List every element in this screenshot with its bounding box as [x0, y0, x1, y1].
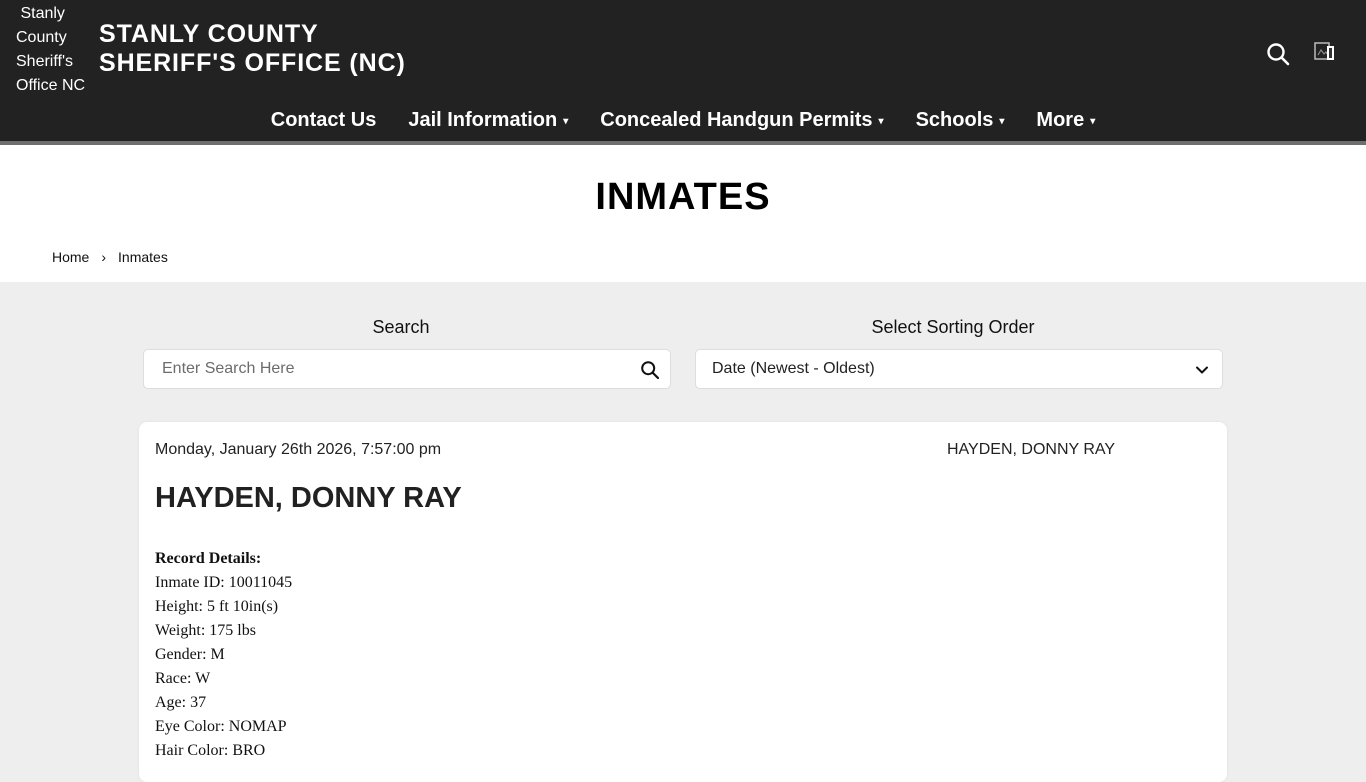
caret-down-icon: ▾	[878, 115, 884, 127]
inmate-photo: HAYDEN, DONNY RAY	[947, 441, 1115, 459]
nav-contact-us[interactable]: Contact Us	[255, 109, 393, 132]
header-search-button[interactable]	[1262, 38, 1294, 70]
detail-hair-color: Hair Color: BRO	[155, 742, 266, 759]
record-date: Monday, January 26th 2026, 7:57:00 pm	[155, 441, 442, 458]
sort-selected-value: Date (Newest - Oldest)	[712, 360, 875, 377]
caret-down-icon: ▾	[1090, 115, 1096, 127]
nav-schools[interactable]: Schools ▾	[900, 109, 1021, 132]
chevron-down-icon	[1196, 366, 1208, 374]
detail-eye-color: Eye Color: NOMAP	[155, 718, 287, 735]
record-details-heading: Record Details:	[155, 550, 262, 567]
caret-down-icon: ▾	[999, 115, 1005, 127]
breadcrumb: Home › Inmates	[52, 249, 168, 265]
logo-alt-text: Stanly County Sheriff's Office NC	[16, 5, 86, 94]
search-field	[143, 349, 671, 389]
page-title: INMATES	[595, 176, 771, 218]
search-input[interactable]	[160, 351, 630, 387]
inmate-photo-alt: HAYDEN, DONNY RAY	[947, 441, 1116, 458]
language-selector[interactable]	[1313, 40, 1339, 66]
detail-age: Age: 37	[155, 694, 207, 711]
detail-race: Race: W	[155, 670, 211, 687]
detail-height: Height: 5 ft 10in(s)	[155, 598, 279, 615]
detail-inmate-id: Inmate ID: 10011045	[155, 574, 293, 591]
site-title-line1: STANLY COUNTY	[99, 20, 319, 48]
breadcrumb-current: Inmates	[118, 249, 168, 265]
nav-jail-information[interactable]: Jail Information ▾	[392, 109, 584, 132]
breadcrumb-separator-icon: ›	[101, 249, 107, 265]
nav-label: More	[1036, 108, 1085, 131]
detail-gender: Gender: M	[155, 646, 225, 663]
nav-label: Schools	[915, 108, 994, 131]
sort-order-select[interactable]: Date (Newest - Oldest)	[695, 349, 1223, 389]
main-nav: Contact Us Jail Information ▾ Concealed …	[0, 100, 1366, 140]
nav-more[interactable]: More ▾	[1020, 109, 1111, 132]
search-label: Search	[372, 317, 430, 337]
site-logo[interactable]: Stanly County Sheriff's Office NC	[16, 2, 96, 98]
site-title[interactable]: STANLY COUNTY SHERIFF'S OFFICE (NC)	[99, 20, 406, 78]
record-details: Record Details: Inmate ID: 10011045 Heig…	[155, 547, 292, 763]
nav-label: Jail Information	[408, 108, 558, 131]
nav-label: Concealed Handgun Permits	[600, 108, 873, 131]
search-icon	[1267, 43, 1290, 66]
nav-label: Contact Us	[270, 108, 377, 131]
site-header: Stanly County Sheriff's Office NC STANLY…	[0, 0, 1366, 141]
inmate-record-card: Monday, January 26th 2026, 7:57:00 pm HA…	[139, 422, 1227, 782]
inmate-name[interactable]: HAYDEN, DONNY RAY	[155, 482, 462, 515]
broken-image-icon	[1314, 42, 1334, 60]
sort-label: Select Sorting Order	[871, 317, 1035, 337]
nav-concealed-handgun-permits[interactable]: Concealed Handgun Permits ▾	[584, 109, 899, 132]
detail-weight: Weight: 175 lbs	[155, 622, 256, 639]
search-icon[interactable]	[640, 360, 660, 380]
caret-down-icon: ▾	[563, 115, 569, 127]
site-title-line2: SHERIFF'S OFFICE (NC)	[99, 49, 406, 77]
breadcrumb-home-link[interactable]: Home	[52, 249, 89, 265]
